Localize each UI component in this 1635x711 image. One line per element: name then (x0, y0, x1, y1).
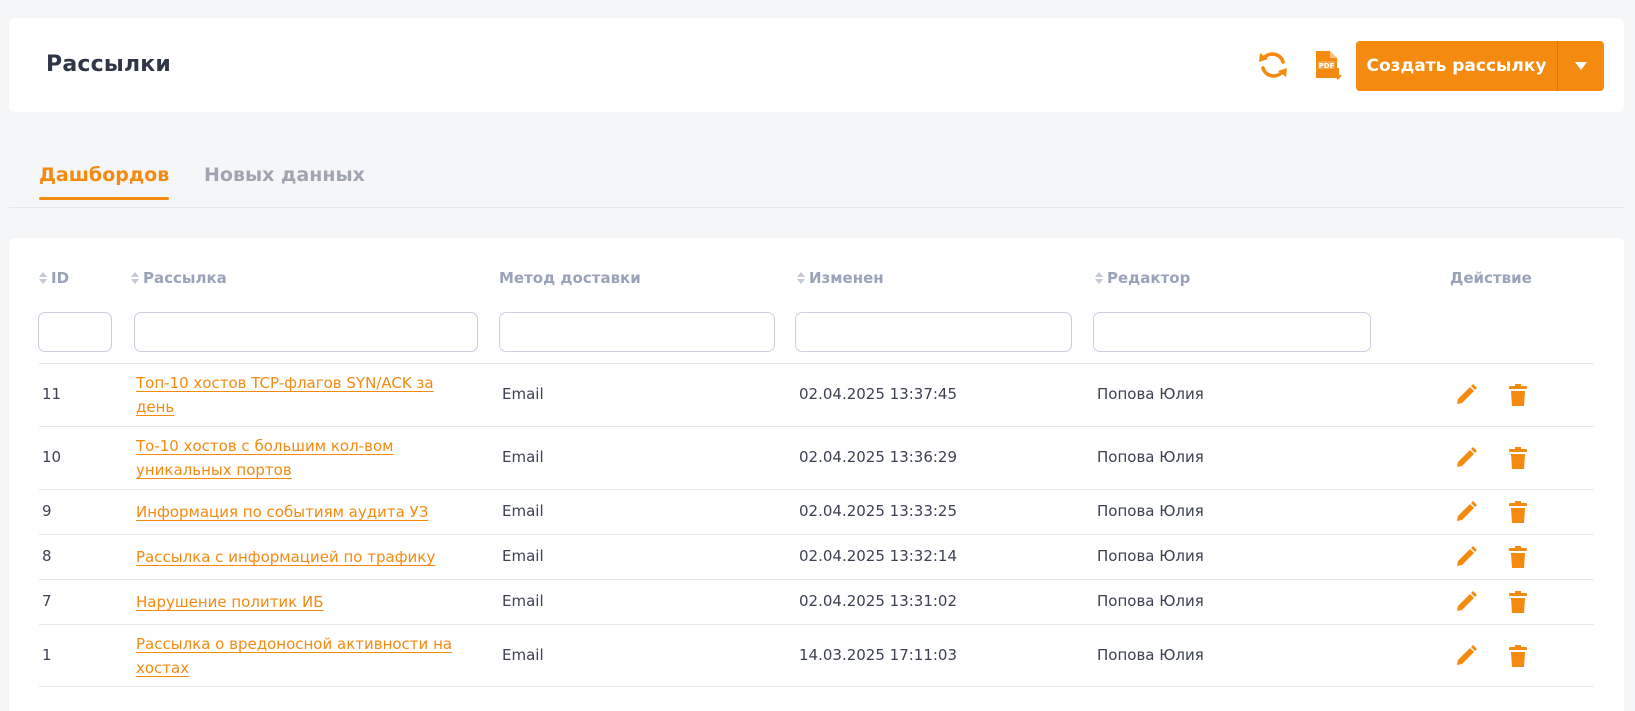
mailing-link[interactable]: Рассылка о вредоносной активности на хост… (136, 632, 456, 680)
cell-editor: Попова Юлия (1097, 592, 1204, 610)
column-header-modified[interactable]: Изменен (796, 269, 884, 287)
cell-delivery-method: Email (502, 385, 544, 403)
edit-button[interactable] (1453, 382, 1479, 408)
edit-icon (1457, 645, 1477, 665)
edit-button[interactable] (1453, 643, 1479, 669)
delete-icon (1509, 501, 1527, 523)
cell-editor: Попова Юлия (1097, 646, 1204, 664)
delete-icon (1509, 384, 1527, 406)
column-header-editor[interactable]: Редактор (1094, 269, 1190, 287)
svg-text:PDF: PDF (1319, 62, 1335, 70)
table-row: 10 То-10 хостов с большим кол-вом уникаль… (39, 426, 1594, 489)
caret-down-icon (1575, 62, 1587, 70)
delete-button[interactable] (1505, 544, 1531, 570)
sort-icon (39, 272, 47, 284)
delete-icon (1509, 645, 1527, 667)
cell-delivery-method: Email (502, 547, 544, 565)
edit-icon (1457, 546, 1477, 566)
delete-icon (1509, 447, 1527, 469)
edit-button[interactable] (1453, 499, 1479, 525)
cell-editor: Попова Юлия (1097, 547, 1204, 565)
edit-icon (1457, 447, 1477, 467)
delete-icon (1509, 591, 1527, 613)
refresh-button[interactable] (1256, 48, 1290, 82)
page-title: Рассылки (46, 52, 172, 77)
filter-editor-input[interactable] (1093, 312, 1371, 352)
create-mailing-button[interactable]: Создать рассылку (1356, 41, 1557, 91)
tab-dashboards[interactable]: Дашбордов (39, 164, 170, 200)
column-header-id[interactable]: ID (38, 269, 69, 287)
sort-icon (797, 272, 805, 284)
edit-button[interactable] (1453, 589, 1479, 615)
page-header: Рассылки PDF Создать рассылку (9, 18, 1624, 112)
delete-button[interactable] (1505, 445, 1531, 471)
create-mailing-split-button: Создать рассылку (1356, 41, 1604, 91)
cell-id: 1 (42, 646, 52, 664)
filter-delivery-method-input[interactable] (499, 312, 775, 352)
delete-icon (1509, 546, 1527, 568)
cell-id: 11 (42, 385, 62, 403)
sort-icon (1095, 272, 1103, 284)
mailing-link[interactable]: То-10 хостов с большим кол-вом уникальных… (136, 434, 456, 482)
edit-icon (1457, 591, 1477, 611)
delete-button[interactable] (1505, 499, 1531, 525)
mailing-link[interactable]: Информация по событиям аудита УЗ (136, 500, 456, 524)
cell-id: 7 (42, 592, 52, 610)
tabs-bar: Дашбордов Новых данных (9, 158, 1624, 208)
column-header-mailing[interactable]: Рассылка (130, 269, 227, 287)
delete-button[interactable] (1505, 643, 1531, 669)
column-header-delivery-method: Метод доставки (499, 269, 641, 287)
column-header-label: Рассылка (143, 269, 227, 287)
edit-button[interactable] (1453, 544, 1479, 570)
sort-icon (131, 272, 139, 284)
cell-editor: Попова Юлия (1097, 385, 1204, 403)
mailings-table: ID Рассылка Метод доставки Изменен Редак… (9, 238, 1624, 711)
cell-delivery-method: Email (502, 448, 544, 466)
edit-button[interactable] (1453, 445, 1479, 471)
create-options-dropdown[interactable] (1558, 41, 1604, 91)
filter-id-input[interactable] (38, 312, 112, 352)
delete-button[interactable] (1505, 382, 1531, 408)
cell-id: 8 (42, 547, 52, 565)
refresh-icon (1259, 52, 1287, 78)
cell-delivery-method: Email (502, 502, 544, 520)
table-row: 8 Рассылка с информацией по трафику Emai… (39, 534, 1594, 579)
cell-delivery-method: Email (502, 592, 544, 610)
tab-new-data[interactable]: Новых данных (204, 164, 365, 186)
cell-editor: Попова Юлия (1097, 502, 1204, 520)
filter-modified-input[interactable] (795, 312, 1072, 352)
cell-modified: 02.04.2025 13:37:45 (799, 385, 958, 403)
table-row: 9 Информация по событиям аудита УЗ Email… (39, 489, 1594, 534)
column-header-label: Действие (1450, 269, 1532, 287)
cell-id: 10 (42, 448, 62, 466)
column-header-actions: Действие (1450, 269, 1532, 287)
cell-modified: 14.03.2025 17:11:03 (799, 646, 958, 664)
cell-editor: Попова Юлия (1097, 448, 1204, 466)
column-header-label: ID (51, 269, 70, 287)
mailing-link[interactable]: Рассылка с информацией по трафику (136, 545, 456, 569)
pdf-download-icon: PDF (1316, 51, 1342, 80)
delete-button[interactable] (1505, 589, 1531, 615)
mailing-link[interactable]: Нарушение политик ИБ (136, 590, 456, 614)
pdf-export-button[interactable]: PDF (1311, 48, 1345, 82)
cell-id: 9 (42, 502, 52, 520)
column-header-label: Изменен (809, 269, 884, 287)
table-row: 7 Нарушение политик ИБ Email 02.04.2025 … (39, 579, 1594, 624)
edit-icon (1457, 384, 1477, 404)
column-header-label: Метод доставки (499, 269, 641, 287)
cell-modified: 02.04.2025 13:33:25 (799, 502, 958, 520)
mailing-link[interactable]: Топ-10 хостов TCP-флагов SYN/ACK за день (136, 371, 456, 419)
cell-modified: 02.04.2025 13:32:14 (799, 547, 958, 565)
cell-delivery-method: Email (502, 646, 544, 664)
column-header-label: Редактор (1107, 269, 1191, 287)
filter-mailing-input[interactable] (134, 312, 478, 352)
table-row: 1 Рассылка о вредоносной активности на хо… (39, 624, 1594, 687)
edit-icon (1457, 501, 1477, 521)
cell-modified: 02.04.2025 13:36:29 (799, 448, 958, 466)
cell-modified: 02.04.2025 13:31:02 (799, 592, 958, 610)
table-row: 11 Топ-10 хостов TCP-флагов SYN/ACK за де… (39, 363, 1594, 426)
